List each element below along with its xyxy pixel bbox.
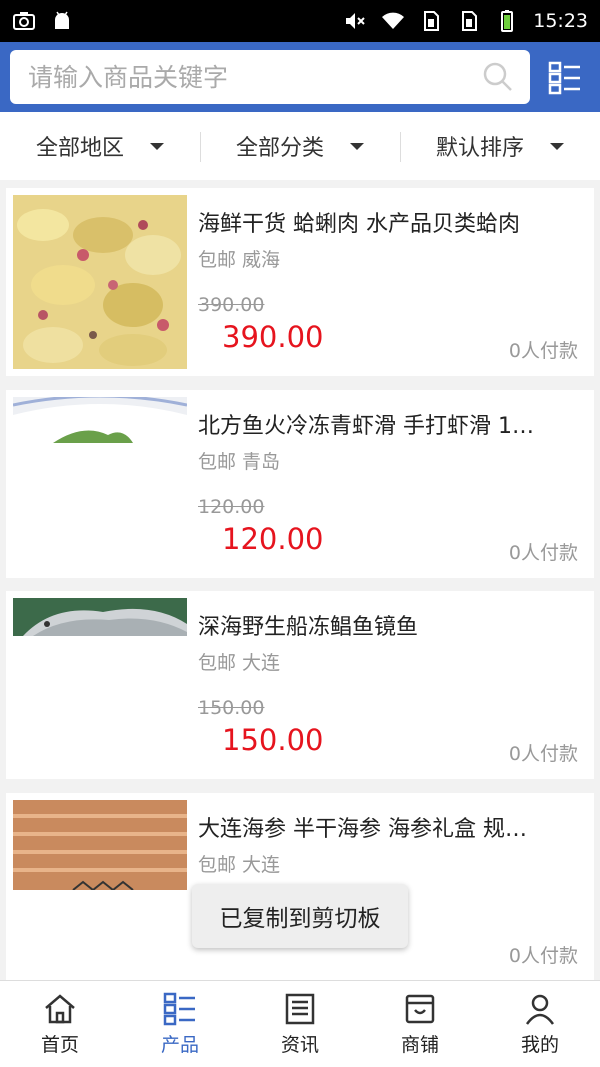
chevron-down-icon [550,142,564,150]
filter-sort-label: 默认排序 [435,136,524,161]
nav-me-label: 我的 [520,1033,559,1056]
nav-products-label: 产品 [160,1033,199,1056]
filter-category[interactable]: 全部分类 [200,112,400,180]
product-title[interactable]: 深海野生船冻鲳鱼镜鱼 [198,609,578,641]
location-label: 大连 [242,854,281,876]
news-icon [285,993,315,1024]
android-icon [55,11,69,29]
product-title[interactable]: 北方鱼火冷冻青虾滑 手打虾滑 1… [198,408,578,440]
mute-icon [346,13,365,29]
home-icon [45,993,75,1023]
nav-shop[interactable]: 商铺 [360,981,480,1067]
nav-news-label: 资讯 [280,1033,319,1056]
location-label: 威海 [242,249,281,271]
original-price: 150.00 [198,697,265,719]
nav-shop-label: 商铺 [400,1033,439,1056]
price: 390.00 [222,320,324,354]
shipping-label: 包邮 [198,854,237,876]
filter-region[interactable]: 全部地区 [0,112,200,180]
chevron-down-icon [150,142,164,150]
filter-sort[interactable]: 默认排序 [400,112,600,180]
product-card[interactable]: 北方鱼火冷冻青虾滑 手打虾滑 1… 包邮 青岛 120.00 120.00 0人付… [6,390,594,578]
camera-icon [13,12,35,30]
product-card[interactable]: 海鲜干货 蛤蜊肉 水产品贝类蛤肉 包邮 威海 390.00 390.00 0人付款 [6,188,594,376]
original-price: 390.00 [198,294,265,316]
product-title[interactable]: 海鲜干货 蛤蜊肉 水产品贝类蛤肉 [198,206,578,238]
product-meta: 包邮 大连 [198,850,280,877]
location-label: 大连 [242,652,281,674]
product-image [13,397,187,443]
nav-me[interactable]: 我的 [480,981,600,1067]
category-menu-icon[interactable] [548,61,582,95]
wifi-icon [382,12,405,29]
sim2-icon [462,11,478,31]
shop-icon [405,994,435,1023]
nav-news[interactable]: 资讯 [240,981,360,1067]
nav-home[interactable]: 首页 [0,981,120,1067]
product-image [13,598,187,636]
toast-message: 已复制到剪切板 [192,884,408,948]
product-meta: 包邮 大连 [198,648,280,675]
product-card[interactable]: 深海野生船冻鲳鱼镜鱼 包邮 大连 150.00 150.00 0人付款 [6,591,594,779]
user-icon [525,994,555,1025]
product-image [13,195,187,369]
nav-home-label: 首页 [40,1033,79,1056]
price: 120.00 [222,522,324,556]
price: 150.00 [222,723,324,757]
status-bar: 15:23 [0,0,600,42]
battery-icon [501,10,514,32]
sold-count: 0人付款 [508,542,578,564]
product-meta: 包邮 威海 [198,245,280,272]
bottom-nav: 首页 产品 资讯 商铺 我的 [0,980,600,1067]
sold-count: 0人付款 [508,340,578,362]
search-icon[interactable] [482,61,514,93]
search-input[interactable] [10,50,470,104]
shipping-label: 包邮 [198,249,237,271]
status-time: 15:23 [533,10,588,32]
location-label: 青岛 [242,451,281,473]
filter-category-label: 全部分类 [235,136,324,161]
sim1-icon [424,11,440,31]
product-list-icon [163,992,195,1025]
filter-bar: 全部地区 全部分类 默认排序 [0,112,600,180]
product-title[interactable]: 大连海参 半干海参 海参礼盒 规… [198,811,578,843]
search-box[interactable] [10,50,530,104]
header [0,42,600,112]
shipping-label: 包邮 [198,652,237,674]
shipping-label: 包邮 [198,451,237,473]
product-image [13,800,187,890]
chevron-down-icon [350,142,364,150]
nav-products[interactable]: 产品 [120,981,240,1067]
sold-count: 0人付款 [508,945,578,967]
filter-region-label: 全部地区 [35,136,124,161]
original-price: 120.00 [198,496,265,518]
product-meta: 包邮 青岛 [198,447,280,474]
sold-count: 0人付款 [508,743,578,765]
